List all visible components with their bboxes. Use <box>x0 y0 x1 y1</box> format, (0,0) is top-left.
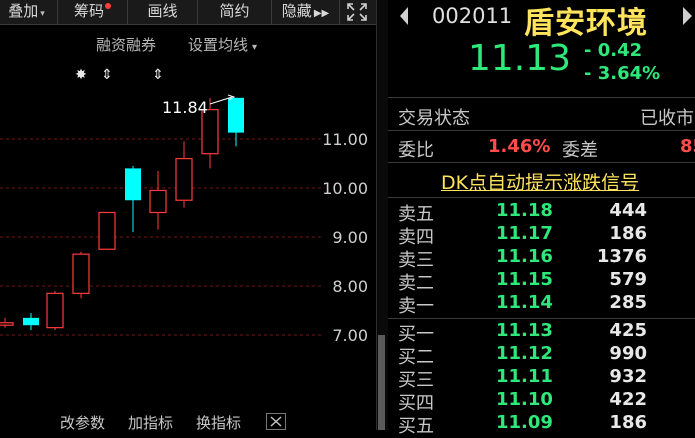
updown-marker-icon[interactable]: ⇕ <box>152 67 164 83</box>
candle-body[interactable] <box>46 292 64 329</box>
high-price-annotation: 11.84 <box>162 98 208 117</box>
candle-body[interactable] <box>0 322 14 326</box>
bid-volume: 422 <box>609 389 647 410</box>
ask-volume: 285 <box>609 292 647 313</box>
price-change-percent: - 3.64% <box>584 63 661 84</box>
order-ratio-value: 1.46% <box>488 136 551 157</box>
divider-line <box>388 97 695 98</box>
updown-marker-icon[interactable]: ⇕ <box>101 67 113 83</box>
ask-row[interactable]: 卖五 11.18 444 <box>388 200 695 225</box>
candlestick-chart: ✸ ⇕ ⇕ 11.00 10.00 9.00 8.00 7.00 11.84 <box>0 67 368 345</box>
candle-body[interactable] <box>98 211 116 250</box>
bid-price: 11.10 <box>496 389 553 410</box>
dk-signal-link[interactable]: DK点自动提示涨跌信号 <box>441 168 639 195</box>
ask-volume: 444 <box>609 200 647 221</box>
divider-line <box>388 162 695 163</box>
order-diff-value: 85 <box>680 136 695 157</box>
last-price: 11.13 <box>468 38 572 79</box>
bid-price: 11.12 <box>496 343 553 364</box>
ask-price: 11.17 <box>496 223 553 244</box>
next-stock-button[interactable] <box>682 6 695 26</box>
scrollbar-thumb[interactable] <box>378 335 385 430</box>
trade-status-label: 交易状态 <box>398 108 470 129</box>
ask-volume: 579 <box>609 269 647 290</box>
bid-price: 11.11 <box>496 366 553 387</box>
divider-line <box>388 130 695 131</box>
order-ratio-label: 委比 <box>398 140 434 161</box>
ask-row[interactable]: 卖二 11.15 579 <box>388 269 695 294</box>
close-icon <box>270 416 282 427</box>
ask-volume: 1376 <box>596 246 647 267</box>
bid-row[interactable]: 买五 11.09 186 <box>388 412 695 437</box>
triangle-right-icon <box>683 7 692 25</box>
bid-level-label: 买五 <box>398 416 434 437</box>
stock-name: 盾安环境 <box>524 6 648 41</box>
bid-row[interactable]: 买四 11.10 422 <box>388 389 695 414</box>
ask-price: 11.16 <box>496 246 553 267</box>
divider-line <box>388 197 695 198</box>
divider-line <box>388 318 695 319</box>
y-tick-label: 9.00 <box>332 228 368 247</box>
y-tick-label: 10.00 <box>322 179 368 198</box>
y-tick-label: 8.00 <box>332 277 368 296</box>
prev-stock-button[interactable] <box>398 6 410 26</box>
close-indicator-button[interactable] <box>266 413 286 430</box>
bid-volume: 990 <box>609 343 647 364</box>
candle-body[interactable] <box>72 253 90 294</box>
candle-body[interactable] <box>149 189 167 214</box>
star-marker-icon[interactable]: ✸ <box>75 67 87 83</box>
bid-price: 11.13 <box>496 320 553 341</box>
trade-status-value: 已收市 <box>640 108 694 129</box>
candle-body[interactable] <box>175 158 193 201</box>
ask-price: 11.18 <box>496 200 553 221</box>
candle-body[interactable] <box>125 168 141 201</box>
candle-body[interactable] <box>228 97 244 133</box>
ask-row[interactable]: 卖三 11.16 1376 <box>388 246 695 271</box>
order-diff-label: 委差 <box>562 140 598 161</box>
candle-body[interactable] <box>23 317 39 326</box>
y-tick-label: 11.00 <box>322 130 368 149</box>
ask-row[interactable]: 卖四 11.17 186 <box>388 223 695 248</box>
ask-price: 11.15 <box>496 269 553 290</box>
price-change: - 0.42 <box>584 40 643 61</box>
bid-volume: 425 <box>609 320 647 341</box>
ask-level-label: 卖一 <box>398 296 434 317</box>
ask-volume: 186 <box>609 223 647 244</box>
stock-code: 002011 <box>432 4 513 28</box>
ask-row[interactable]: 卖一 11.14 285 <box>388 292 695 317</box>
bid-volume: 932 <box>609 366 647 387</box>
ask-price: 11.14 <box>496 292 553 313</box>
y-tick-label: 7.00 <box>332 326 368 345</box>
bid-row[interactable]: 买三 11.11 932 <box>388 366 695 391</box>
triangle-left-icon <box>400 7 408 25</box>
bid-row[interactable]: 买二 11.12 990 <box>388 343 695 368</box>
bid-row[interactable]: 买一 11.13 425 <box>388 320 695 345</box>
